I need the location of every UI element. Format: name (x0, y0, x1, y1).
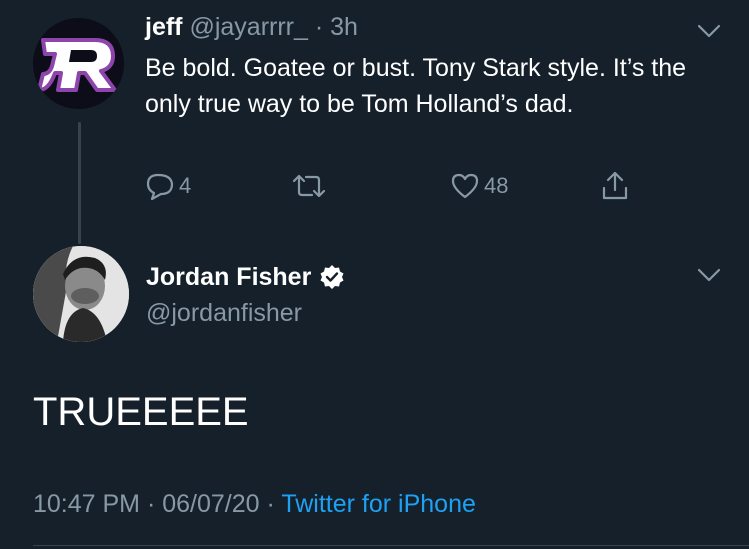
tweet-date[interactable]: 06/07/20 (162, 490, 259, 518)
tweet-time[interactable]: 3h (330, 13, 358, 41)
tweet-metadata: 10:47 PM · 06/07/20 · Twitter for iPhone (33, 487, 476, 521)
like-count: 48 (484, 173, 509, 198)
chevron-down-icon[interactable] (696, 22, 722, 40)
share-button[interactable] (600, 168, 630, 204)
tweet-text: Be bold. Goatee or bust. Tony Stark styl… (145, 54, 687, 118)
reply-icon (146, 173, 174, 200)
share-icon (602, 171, 628, 200)
jr-logo-icon (33, 18, 124, 109)
tweet-header-jeff: jeff @jayarrrr_ · 3h (145, 10, 358, 44)
avatar-jeff[interactable] (33, 18, 124, 109)
reply-button[interactable]: 4 (145, 168, 191, 204)
like-icon (451, 173, 479, 199)
like-button[interactable]: 48 (450, 168, 508, 204)
retweet-button[interactable] (291, 168, 327, 204)
display-name[interactable]: jeff (145, 13, 183, 41)
chevron-down-icon[interactable] (696, 266, 722, 284)
thread-connector-line (78, 122, 81, 244)
separator-dot: · (266, 490, 275, 518)
retweet-icon (292, 174, 326, 198)
user-handle[interactable]: @jordanfisher (146, 296, 302, 330)
tweet-text: TRUEEEEE (33, 390, 249, 434)
display-name[interactable]: Jordan Fisher (146, 260, 311, 294)
tweet-actions: 4 48 (145, 168, 645, 204)
user-handle[interactable]: @jayarrrr_ (189, 13, 307, 41)
profile-photo (33, 246, 129, 342)
verified-badge-icon (320, 265, 344, 289)
separator-dot: · (314, 13, 324, 41)
divider (33, 545, 749, 546)
tweet-header-jordan: Jordan Fisher (146, 260, 345, 294)
tweet-time[interactable]: 10:47 PM (33, 490, 140, 518)
separator-dot: · (146, 490, 156, 518)
reply-count: 4 (179, 173, 192, 198)
avatar-jordan-fisher[interactable] (33, 246, 129, 342)
tweet-source-link[interactable]: Twitter for iPhone (281, 490, 476, 518)
